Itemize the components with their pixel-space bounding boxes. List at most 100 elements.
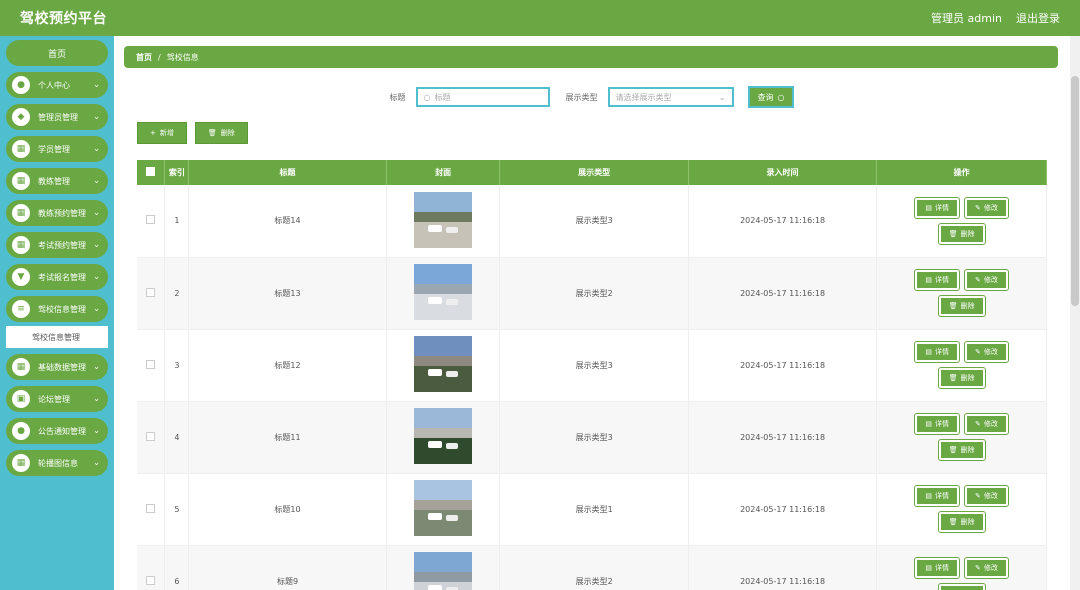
row-type: 展示类型1 bbox=[499, 473, 689, 546]
row-cover[interactable] bbox=[386, 473, 501, 546]
header-time: 录入时间 bbox=[688, 160, 878, 185]
row-checkbox[interactable] bbox=[137, 401, 166, 474]
trash-icon: 🗑 bbox=[948, 446, 958, 454]
edit-button[interactable]: ✎ 修改 bbox=[964, 196, 1009, 219]
delete-button[interactable]: 🗑 删除 bbox=[194, 122, 248, 144]
cover-image[interactable] bbox=[414, 191, 473, 248]
row-cover[interactable] bbox=[386, 329, 501, 402]
chevron-down-icon: ⌄ bbox=[93, 426, 100, 435]
sidebar-item[interactable]: ● 公告通知管理 ⌄ bbox=[6, 418, 108, 444]
chevron-down-icon: ⌄ bbox=[93, 394, 100, 403]
search-button[interactable]: 查询 ○ bbox=[747, 86, 795, 108]
sidebar-item-home[interactable]: 首页 bbox=[6, 40, 108, 66]
title-search-input[interactable]: ○ 标题 bbox=[415, 87, 550, 107]
cover-image[interactable] bbox=[414, 264, 473, 320]
sidebar-item[interactable]: ▣ 论坛管理 ⌄ bbox=[6, 386, 108, 412]
scrollbar-thumb[interactable] bbox=[1071, 76, 1079, 306]
row-cover[interactable] bbox=[386, 545, 501, 590]
pencil-icon: ✎ bbox=[975, 348, 981, 356]
cover-image[interactable] bbox=[414, 480, 473, 536]
detail-button[interactable]: ▤ 详情 bbox=[914, 557, 961, 579]
trash-icon: 🗑 bbox=[948, 374, 958, 382]
type-select[interactable]: 请选择展示类型 ⌄ bbox=[607, 87, 734, 107]
row-ops: ▤详情 ✎修改 🗑删除 bbox=[876, 329, 1047, 402]
row-delete-button[interactable]: 🗑删除 bbox=[937, 511, 986, 533]
row-cover[interactable] bbox=[386, 257, 501, 330]
header-ops: 操作 bbox=[876, 160, 1047, 185]
document-icon: ▤ bbox=[925, 203, 933, 212]
breadcrumb: 首页 / 驾校信息 bbox=[124, 46, 1058, 68]
trash-icon: 🗑 bbox=[207, 129, 217, 137]
detail-button[interactable]: ▤ 详情 bbox=[914, 269, 961, 291]
row-index: 6 bbox=[164, 545, 190, 590]
sidebar-item[interactable]: ● 个人中心 ⌄ bbox=[6, 72, 108, 98]
type-select-placeholder: 请选择展示类型 bbox=[615, 92, 672, 102]
sidebar-item-label: 管理员管理 bbox=[38, 112, 78, 122]
edit-button-label: 修改 bbox=[983, 492, 998, 500]
search-button-label: 查询 bbox=[757, 92, 774, 102]
sidebar-item[interactable]: ▼ 考试报名管理 ⌄ bbox=[6, 264, 108, 290]
row-cover[interactable] bbox=[386, 185, 501, 258]
row-checkbox[interactable] bbox=[137, 545, 166, 590]
shield-icon: ◆ bbox=[12, 108, 30, 126]
detail-button[interactable]: ▤ 详情 bbox=[914, 485, 961, 507]
row-cover[interactable] bbox=[386, 401, 501, 474]
cover-image[interactable] bbox=[414, 408, 473, 464]
row-time: 2024-05-17 11:16:18 bbox=[688, 545, 878, 590]
table-row: 3 标题12 展示类型3 2024-05-17 11:16:18 ▤ 详情 ✎ 修改… bbox=[137, 329, 1047, 402]
sidebar: 首页 ● 个人中心 ⌄ ◆ 管理员管理 ⌄ ▦ 学员管理 ⌄ ▦ 教练管理 ⌄ ▦ 教练… bbox=[0, 36, 114, 590]
table-row: 4 标题11 展示类型3 2024-05-17 11:16:18 ▤ 详情 ✎ 修改… bbox=[137, 401, 1047, 474]
header-cover: 封面 bbox=[386, 160, 501, 185]
sidebar-item[interactable]: ≡ 驾校信息管理 ⌄ bbox=[6, 296, 108, 322]
app-title: 驾校预约平台 bbox=[20, 11, 107, 27]
edit-button[interactable]: ✎ 修改 bbox=[964, 269, 1009, 291]
table-row: 5 标题10 展示类型1 2024-05-17 11:16:18 ▤ 详情 ✎ 修改… bbox=[137, 473, 1047, 546]
sidebar-subitem[interactable]: 驾校信息管理 bbox=[6, 326, 108, 348]
add-button[interactable]: + 新增 bbox=[137, 122, 187, 144]
list-icon: ≡ bbox=[12, 300, 30, 318]
chevron-down-icon: ⌄ bbox=[93, 240, 100, 249]
bag-icon: ▣ bbox=[12, 390, 30, 408]
sidebar-item[interactable]: ▦ 教练预约管理 ⌄ bbox=[6, 200, 108, 226]
row-delete-button[interactable]: 🗑删除 bbox=[937, 295, 986, 317]
sidebar-item-label: 个人中心 bbox=[38, 80, 70, 90]
detail-button[interactable]: ▤ 详情 bbox=[914, 196, 961, 219]
detail-button[interactable]: ▤ 详情 bbox=[914, 413, 961, 435]
edit-button[interactable]: ✎ 修改 bbox=[964, 413, 1009, 435]
sidebar-item[interactable]: ▦ 教练管理 ⌄ bbox=[6, 168, 108, 194]
delete-button-label: 删除 bbox=[220, 129, 235, 137]
row-ops: ▤详情 ✎修改 🗑删除 bbox=[876, 185, 1047, 258]
row-title: 标题14 bbox=[188, 185, 387, 258]
scrollbar[interactable] bbox=[1070, 36, 1080, 590]
row-delete-button[interactable]: 🗑删除 bbox=[937, 222, 986, 245]
row-checkbox[interactable] bbox=[137, 257, 166, 330]
sidebar-item-label: 驾校信息管理 bbox=[38, 304, 86, 314]
row-time: 2024-05-17 11:16:18 bbox=[688, 257, 878, 330]
sidebar-item[interactable]: ▦ 学员管理 ⌄ bbox=[6, 136, 108, 162]
sidebar-item[interactable]: ▦ 考试预约管理 ⌄ bbox=[6, 232, 108, 258]
row-delete-button[interactable]: 🗑删除 bbox=[937, 367, 986, 389]
grid-icon: ▦ bbox=[12, 358, 30, 376]
cover-image[interactable] bbox=[414, 336, 473, 392]
row-delete-button-label: 删除 bbox=[960, 229, 975, 238]
row-delete-button-label: 删除 bbox=[960, 302, 975, 310]
row-delete-button[interactable]: 🗑删除 bbox=[937, 439, 986, 461]
select-all-checkbox[interactable] bbox=[137, 160, 166, 185]
sidebar-item[interactable]: ▦ 基础数据管理 ⌄ bbox=[6, 354, 108, 380]
edit-button[interactable]: ✎ 修改 bbox=[964, 557, 1009, 579]
sidebar-item[interactable]: ◆ 管理员管理 ⌄ bbox=[6, 104, 108, 130]
edit-button[interactable]: ✎ 修改 bbox=[964, 341, 1009, 363]
pencil-icon: ✎ bbox=[975, 564, 981, 572]
row-checkbox[interactable] bbox=[137, 185, 166, 258]
logout-link[interactable]: 退出登录 bbox=[1016, 10, 1060, 26]
detail-button[interactable]: ▤ 详情 bbox=[914, 341, 961, 363]
row-delete-button[interactable]: 🗑删除 bbox=[937, 583, 986, 590]
row-type: 展示类型2 bbox=[499, 545, 689, 590]
row-checkbox[interactable] bbox=[137, 473, 166, 546]
cover-image[interactable] bbox=[414, 552, 473, 590]
sidebar-item[interactable]: ▦ 轮播图信息 ⌄ bbox=[6, 450, 108, 476]
detail-button-label: 详情 bbox=[935, 564, 950, 572]
row-checkbox[interactable] bbox=[137, 329, 166, 402]
breadcrumb-home[interactable]: 首页 bbox=[136, 52, 152, 63]
edit-button[interactable]: ✎ 修改 bbox=[964, 485, 1009, 507]
